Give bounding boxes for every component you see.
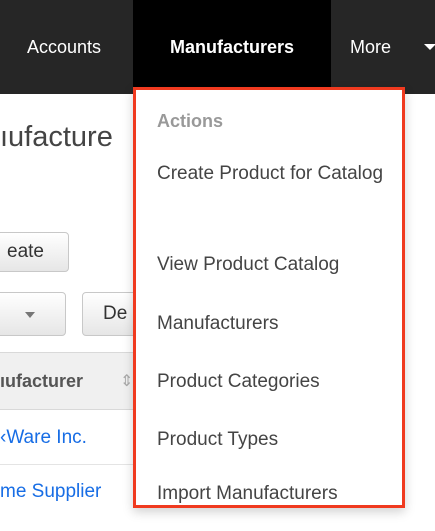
nav-tab-more[interactable]: More <box>350 0 391 94</box>
chevron-down-icon <box>25 312 35 318</box>
sort-icon[interactable]: ⇕ <box>120 371 133 391</box>
menu-item-manufacturers[interactable]: Manufacturers <box>157 308 389 340</box>
menu-item-import-manufacturers[interactable]: Import Manufacturers <box>157 478 389 510</box>
table-row: ‹Ware Inc. <box>0 409 140 465</box>
list-column-header[interactable]: ıufacturer ⇕ <box>0 352 140 410</box>
caret-down-icon[interactable] <box>424 44 435 50</box>
top-navbar: Accounts Manufacturers More <box>0 0 435 94</box>
record-link[interactable]: ‹Ware Inc. <box>0 427 87 449</box>
page-title: ıufacture <box>0 121 113 153</box>
menu-item-product-types[interactable]: Product Types <box>157 424 389 456</box>
more-actions-dropdown: Actions Create Product for Catalog View … <box>133 87 405 508</box>
record-link[interactable]: me Supplier <box>0 481 101 503</box>
nav-tab-manufacturers[interactable]: Manufacturers <box>133 0 331 94</box>
column-header-label: ıufacturer <box>0 371 84 391</box>
dropdown-heading: Actions <box>157 111 224 131</box>
mass-action-select[interactable] <box>0 292 66 336</box>
create-button[interactable]: eate <box>0 232 69 272</box>
menu-item-product-categories[interactable]: Product Categories <box>157 366 389 398</box>
table-row: me Supplier <box>0 465 140 531</box>
menu-item-view-product-catalog[interactable]: View Product Catalog <box>157 249 389 281</box>
nav-tab-accounts[interactable]: Accounts <box>27 0 101 94</box>
menu-item-create-product-for-catalog[interactable]: Create Product for Catalog <box>157 158 389 190</box>
